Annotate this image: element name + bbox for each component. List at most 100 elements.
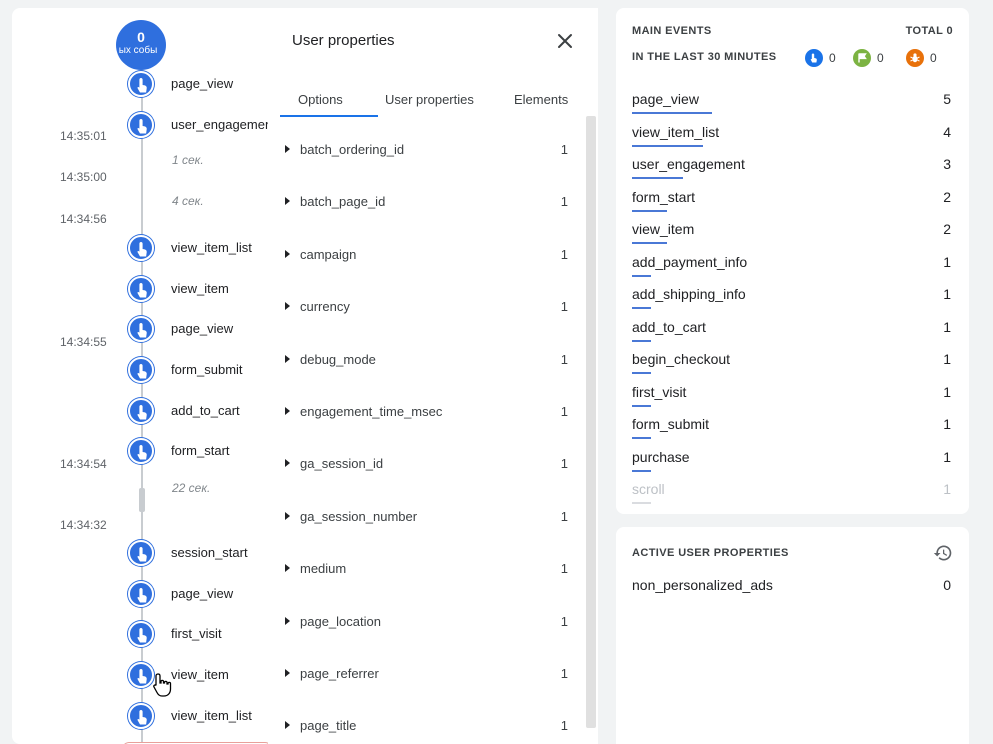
main-event-row[interactable]: view_item_list 4 <box>616 119 969 151</box>
panel-scrollbar[interactable] <box>586 116 596 728</box>
main-event-row[interactable]: purchase 1 <box>616 444 969 476</box>
tap-hand-icon <box>137 364 147 379</box>
main-event-count: 1 <box>943 351 951 367</box>
parameter-row[interactable]: ga_session_id 1 <box>268 449 584 479</box>
parameter-name: batch_ordering_id <box>300 142 405 157</box>
main-event-row[interactable]: form_start 2 <box>616 184 969 216</box>
main-event-bar <box>632 404 651 407</box>
parameter-name: campaign <box>300 246 357 262</box>
event-dot <box>128 112 154 138</box>
time-label: 14:34:32 <box>60 518 107 532</box>
main-event-bar <box>632 437 651 439</box>
history-icon[interactable] <box>933 543 953 563</box>
expand-caret-icon <box>285 564 290 573</box>
user-property-name: non_personalized_ads <box>632 577 773 593</box>
stream-event-name: page_view <box>171 321 234 336</box>
tap-hand-icon <box>137 323 147 338</box>
parameter-count: 1 <box>560 142 568 157</box>
parameter-row[interactable]: campaign 1 <box>268 240 584 270</box>
stream-event-name: view_item_list <box>171 708 252 723</box>
main-event-bar <box>632 502 651 504</box>
expand-caret-icon <box>285 459 290 468</box>
legend-events-count: 0 <box>829 51 836 65</box>
tap-hand-icon <box>137 669 147 684</box>
parameter-name: page_location <box>300 613 381 629</box>
main-event-row[interactable]: form_submit 1 <box>616 411 969 443</box>
event-dot <box>128 581 154 607</box>
parameter-row[interactable]: debug_mode 1 <box>268 345 584 375</box>
main-event-bar <box>632 339 651 342</box>
expand-caret-icon <box>285 721 290 730</box>
parameter-count: 1 <box>560 404 568 419</box>
time-gap-note: 4 сек. <box>172 194 204 208</box>
event-dot <box>128 316 154 342</box>
legend-errors-count: 0 <box>930 51 937 65</box>
expand-caret-icon <box>285 145 290 153</box>
main-event-count: 2 <box>943 221 951 237</box>
parameter-name: page_title <box>300 718 357 734</box>
event-dot <box>128 398 154 424</box>
main-event-row[interactable]: add_payment_info 1 <box>616 249 969 281</box>
event-count-badge[interactable]: 0 ых собы <box>116 20 166 70</box>
time-label: 14:34:55 <box>60 335 107 349</box>
parameter-row[interactable]: page_referrer 1 <box>268 659 584 689</box>
main-events-subtitle: IN THE LAST 30 MINUTES <box>632 51 777 63</box>
main-events-card: MAIN EVENTS TOTAL 0 IN THE LAST 30 MINUT… <box>616 8 969 514</box>
main-event-row[interactable]: first_visit 1 <box>616 379 969 411</box>
main-event-bar <box>632 242 667 244</box>
main-event-bar <box>632 274 651 277</box>
main-event-name: begin_checkout <box>632 351 731 367</box>
parameter-name: debug_mode <box>300 351 376 367</box>
parameter-row[interactable]: batch_page_id 1 <box>268 187 584 217</box>
main-event-bar <box>632 144 703 147</box>
close-button[interactable] <box>552 28 578 54</box>
parameter-row[interactable]: engagement_time_msec 1 <box>268 397 584 427</box>
user-properties-panel: User properties Options User properties … <box>268 8 598 744</box>
tap-hand-icon <box>137 242 147 257</box>
tab-elements[interactable]: Elements <box>514 92 568 107</box>
parameter-row[interactable]: ga_session_number 1 <box>268 502 584 532</box>
event-count-caption: ых собы <box>118 45 158 56</box>
main-event-name: first_visit <box>632 383 687 400</box>
main-event-name: page_view <box>632 91 699 107</box>
main-event-row[interactable]: scroll 1 <box>616 476 969 508</box>
tab-options[interactable]: Options <box>298 92 343 107</box>
main-event-count: 1 <box>943 481 951 497</box>
close-icon <box>558 34 572 48</box>
tab-user-properties[interactable]: User properties <box>385 92 474 107</box>
main-event-count: 4 <box>943 123 951 140</box>
main-event-row[interactable]: page_view 5 <box>616 86 969 118</box>
parameter-row[interactable]: batch_ordering_id 1 <box>268 135 584 165</box>
main-event-name: purchase <box>632 448 690 465</box>
parameter-name: ga_session_number <box>300 508 418 524</box>
main-event-row[interactable]: view_item 2 <box>616 216 969 248</box>
parameter-name: currency <box>300 299 350 315</box>
main-event-row[interactable]: user_engagement 3 <box>616 151 969 183</box>
parameter-count: 1 <box>560 299 568 315</box>
main-event-row[interactable]: begin_checkout 1 <box>616 346 969 378</box>
main-event-name: view_item_list <box>632 123 720 140</box>
main-event-bar <box>632 209 667 212</box>
main-event-row[interactable]: add_to_cart 1 <box>616 314 969 346</box>
main-event-row[interactable]: add_shipping_info 1 <box>616 281 969 313</box>
stream-event-name: form_submit <box>171 362 243 377</box>
parameter-row[interactable]: medium 1 <box>268 554 584 584</box>
parameter-row[interactable]: page_location 1 <box>268 607 584 637</box>
parameter-row[interactable]: currency 1 <box>268 292 584 322</box>
main-event-name: add_payment_info <box>632 253 748 270</box>
event-dot <box>128 438 154 464</box>
main-event-name: form_start <box>632 188 696 205</box>
tap-hand-icon <box>137 547 147 562</box>
main-event-count: 3 <box>943 156 951 172</box>
event-count-number: 0 <box>137 29 145 45</box>
expand-caret-icon <box>285 669 290 677</box>
main-event-name: form_submit <box>632 416 710 432</box>
tap-hand-icon <box>137 78 147 93</box>
parameter-row[interactable]: page_title 1 <box>268 711 584 741</box>
user-property-row[interactable]: non_personalized_ads 0 <box>616 575 969 603</box>
stream-event-name: form_start <box>171 443 230 458</box>
main-event-bar <box>632 372 651 374</box>
expand-caret-icon <box>285 249 290 258</box>
main-event-bar <box>632 177 683 179</box>
main-event-count: 1 <box>943 448 951 465</box>
